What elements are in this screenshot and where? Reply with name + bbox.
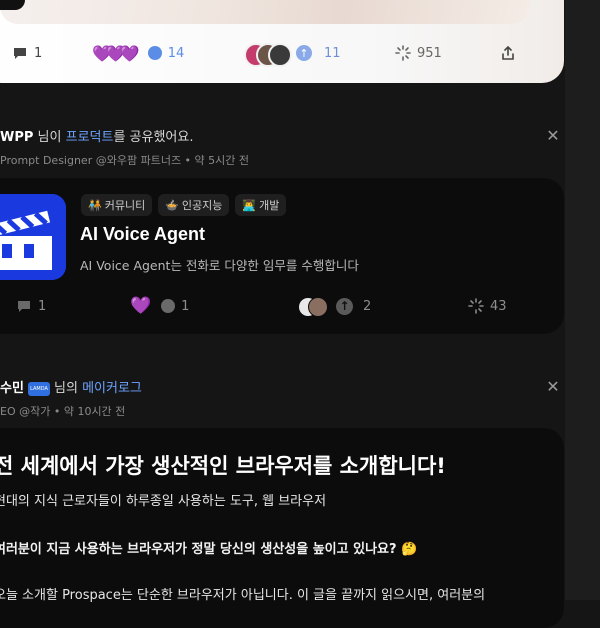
- tag-development[interactable]: 👨‍💻 개발: [235, 194, 287, 216]
- post-image: [0, 0, 530, 24]
- project-card[interactable]: 🧑‍🤝‍🧑 커뮤니티 🍲 인공지능 👨‍💻 개발 AI Voice Agent …: [0, 178, 564, 334]
- activity-header: WPP 님이 프로덕트를 공유했어요. Prompt Designer @와우팜…: [0, 130, 250, 167]
- activity-header: 수민 LAMDA 님의 메이커로그 EO @작가 • 약 10시간 전: [0, 381, 142, 418]
- user-badge: LAMDA: [28, 381, 50, 396]
- sparkle-icon: [395, 45, 411, 61]
- view-count: 951: [395, 40, 442, 66]
- project-title[interactable]: AI Voice Agent: [80, 224, 205, 245]
- reaction-button[interactable]: 💜 1: [130, 293, 189, 319]
- smile-icon: [147, 46, 162, 60]
- post-title[interactable]: 전 세계에서 가장 생산적인 브라우저를 소개합니다!: [0, 450, 446, 480]
- activity-link[interactable]: 메이커로그: [82, 381, 142, 396]
- upvoter-avatars: [244, 42, 292, 67]
- post-subtitle: 현대의 지식 근로자들이 하루종일 사용하는 도구, 웹 브라우저: [0, 494, 327, 509]
- comment-button[interactable]: 1: [12, 40, 42, 66]
- tag-ai[interactable]: 🍲 인공지능: [158, 194, 230, 216]
- smile-icon: [161, 299, 176, 313]
- project-description: AI Voice Agent는 전화로 다양한 임무를 수행합니다: [80, 258, 359, 273]
- upvote-button[interactable]: ↑ 2: [298, 293, 371, 319]
- project-actions: 1 💜 1 ↑ 2 43: [0, 293, 564, 317]
- right-background: [565, 0, 600, 600]
- post-question: 여러분이 지금 사용하는 브라우저가 정말 당신의 생산성을 높이고 있나요? …: [0, 542, 418, 557]
- reaction-button[interactable]: 💜💜💜 14: [92, 40, 184, 66]
- activity-meta: Prompt Designer @와우팜 파트너즈 • 약 5시간 전: [0, 154, 250, 167]
- comment-button[interactable]: 1: [16, 293, 46, 319]
- activity-meta: EO @작가 • 약 10시간 전: [0, 405, 126, 418]
- upvote-icon: ↑: [296, 45, 312, 61]
- bowl-icon: 🍲: [165, 198, 179, 212]
- clapperboard-icon: [0, 194, 66, 280]
- close-icon[interactable]: ✕: [546, 379, 560, 395]
- share-button[interactable]: [500, 40, 516, 66]
- activity-username[interactable]: 수민: [0, 381, 24, 396]
- share-icon: [502, 45, 514, 60]
- close-icon[interactable]: ✕: [546, 128, 560, 144]
- comment-icon: [18, 301, 30, 312]
- post-body: 오늘 소개할 Prospace는 단순한 브라우저가 아닙니다. 이 글을 끝까…: [0, 588, 486, 603]
- makerlog-post-card[interactable]: 전 세계에서 가장 생산적인 브라우저를 소개합니다! 현대의 지식 근로자들이…: [0, 428, 564, 628]
- community-icon: 🧑‍🤝‍🧑: [88, 198, 102, 212]
- project-logo: [0, 194, 66, 280]
- developer-icon: 👨‍💻: [242, 198, 257, 212]
- project-tags: 🧑‍🤝‍🧑 커뮤니티 🍲 인공지능 👨‍💻 개발: [81, 194, 287, 216]
- upvote-icon: ↑: [336, 297, 353, 315]
- view-count: 43: [468, 293, 507, 319]
- comment-icon: [14, 48, 26, 59]
- tag-community[interactable]: 🧑‍🤝‍🧑 커뮤니티: [81, 194, 153, 216]
- upvote-button[interactable]: ↑ 11: [244, 40, 341, 67]
- heart-reaction-icons: 💜💜💜: [92, 43, 140, 63]
- activity-username[interactable]: WPP: [0, 130, 33, 145]
- activity-link[interactable]: 프로덕트: [66, 130, 114, 145]
- previous-post-actions: 1 💜💜💜 14 ↑ 11 951: [0, 40, 584, 68]
- sparkle-icon: [468, 298, 484, 314]
- heart-reaction-icon: 💜: [130, 296, 152, 316]
- upvoter-avatars: [298, 296, 330, 317]
